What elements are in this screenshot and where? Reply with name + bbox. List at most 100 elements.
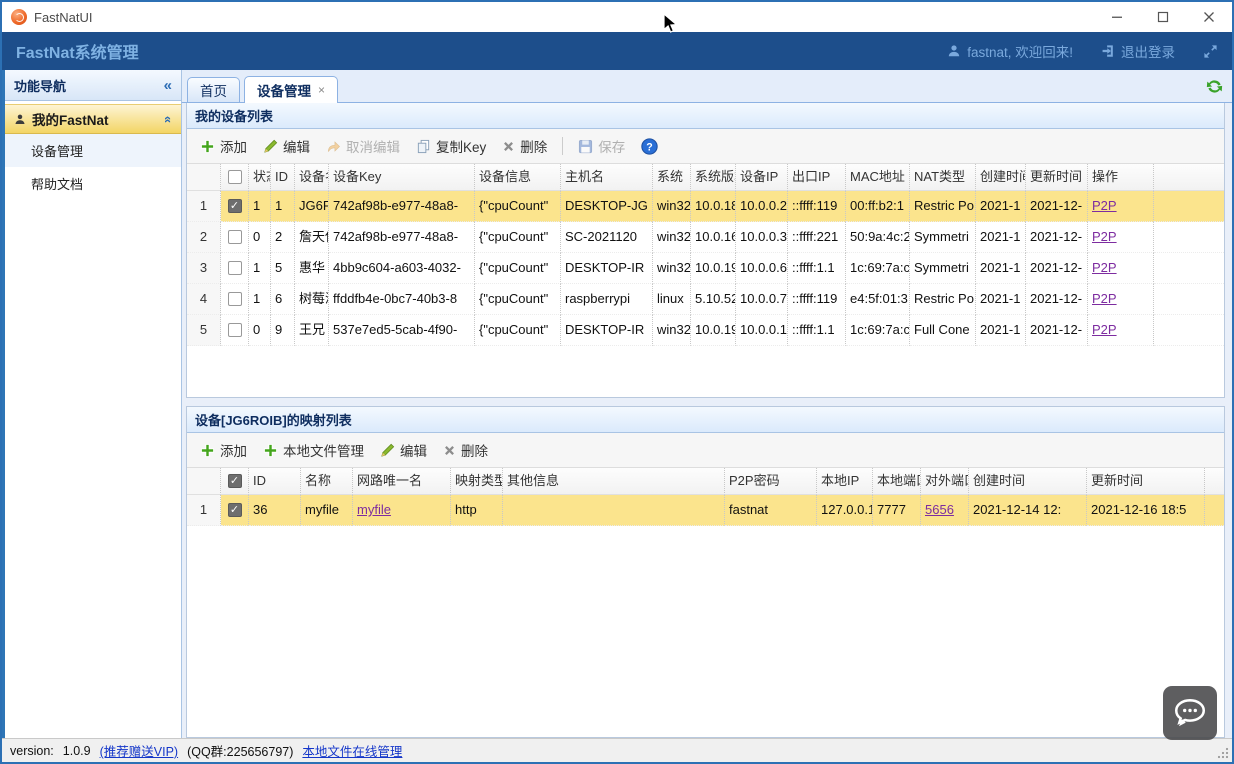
column-header-created[interactable]: 创建时间 [969, 468, 1087, 495]
tab-home[interactable]: 首页 [187, 77, 240, 102]
local-file-online-link[interactable]: 本地文件在线管理 [302, 741, 402, 760]
row-checkbox[interactable] [228, 292, 242, 306]
row-number: 3 [187, 253, 221, 284]
cell-link-action[interactable]: P2P [1092, 291, 1117, 306]
cell-created: 2021-1 [976, 222, 1026, 253]
cell-key: ffddfb4e-0bc7-40b3-8 [329, 284, 475, 315]
add-mapping-button[interactable]: 添加 [193, 437, 254, 463]
cell-device_ip: 10.0.0.3 [736, 222, 788, 253]
accordion-my-fastnat[interactable]: 我的FastNat « [5, 104, 181, 134]
column-header-p2p_pwd[interactable]: P2P密码 [725, 468, 817, 495]
column-header-local_ip[interactable]: 本地IP [817, 468, 873, 495]
edit-button[interactable]: 编辑 [256, 133, 317, 159]
sidebar-item-device-manage[interactable]: 设备管理 [5, 134, 181, 167]
help-button[interactable]: ? [634, 133, 665, 159]
row-checkbox[interactable]: ✓ [228, 503, 242, 517]
cell-device_ip: 10.0.0.10 [736, 315, 788, 346]
cell-link-action[interactable]: P2P [1092, 198, 1117, 213]
close-button[interactable] [1186, 2, 1232, 32]
cell-info: {"cpuCount" [475, 191, 561, 222]
copy-key-button[interactable]: 复制Key [409, 133, 493, 159]
device-row[interactable]: 315惠华4bb9c604-a603-4032-{"cpuCount"DESKT… [187, 253, 1224, 284]
cell-link-action[interactable]: P2P [1092, 229, 1117, 244]
column-header-status[interactable]: 状态 [249, 164, 271, 191]
device-row[interactable]: 416树莓派ffddfb4e-0bc7-40b3-8{"cpuCount"ras… [187, 284, 1224, 315]
device-panel-header: 我的设备列表 [187, 103, 1224, 129]
chat-button[interactable] [1163, 686, 1217, 740]
cell-out_ip: ::ffff:119 [788, 191, 846, 222]
column-header-os_version[interactable]: 系统版本 [691, 164, 736, 191]
cell-host: DESKTOP-IR [561, 253, 653, 284]
mapping-panel: 设备[JG6ROIB]的映射列表 添加本地文件管理编辑删除 ✓ID名称网路唯一名… [186, 406, 1225, 738]
column-header-local_port[interactable]: 本地端口 [873, 468, 921, 495]
column-header-id[interactable]: ID [271, 164, 295, 191]
select-all-checkbox[interactable]: ✓ [228, 474, 242, 488]
column-header-other[interactable]: 其他信息 [503, 468, 725, 495]
cell-updated: 2021-12- [1026, 191, 1088, 222]
row-checkbox[interactable] [228, 261, 242, 275]
vip-link[interactable]: (推荐赠送VIP) [100, 741, 178, 760]
column-header-name[interactable]: 名称 [301, 468, 353, 495]
column-header-device_ip[interactable]: 设备IP [736, 164, 788, 191]
device-row[interactable]: 202詹天佑742af98b-e977-48a8-{"cpuCount"SC-2… [187, 222, 1224, 253]
fullscreen-button[interactable] [1203, 44, 1218, 59]
cell-out_ip: ::ffff:221 [788, 222, 846, 253]
device-row[interactable]: 509王兄537e7ed5-5cab-4f90-{"cpuCount"DESKT… [187, 315, 1224, 346]
cell-link-action[interactable]: P2P [1092, 322, 1117, 337]
row-checkbox[interactable] [228, 323, 242, 337]
mapping-row[interactable]: 1✓36myfilemyfilehttpfastnat127.0.0.17777… [187, 495, 1224, 526]
column-header-info[interactable]: 设备信息 [475, 164, 561, 191]
local-file-manage-button[interactable]: 本地文件管理 [256, 437, 371, 463]
cell-os: linux [653, 284, 691, 315]
mapping-grid: ✓ ID名称网路唯一名映射类型其他信息P2P密码本地IP本地端口对外端口创建时间更… [187, 468, 1224, 737]
column-header-host[interactable]: 主机名 [561, 164, 653, 191]
column-header-id[interactable]: ID [249, 468, 301, 495]
maximize-button[interactable] [1140, 2, 1186, 32]
cell-nat: Symmetri [910, 253, 976, 284]
column-header-nat[interactable]: NAT类型 [910, 164, 976, 191]
row-checkbox[interactable] [228, 230, 242, 244]
column-header-mac[interactable]: MAC地址 [846, 164, 910, 191]
cell-info: {"cpuCount" [475, 222, 561, 253]
sidebar-collapse-icon[interactable]: « [164, 77, 172, 94]
tab-device-manage[interactable]: 设备管理 × [244, 76, 338, 103]
cell-id: 1 [271, 191, 295, 222]
cell-net_name: myfile [353, 495, 451, 526]
row-filler [1154, 253, 1224, 284]
cell-device_ip: 10.0.0.2 [736, 191, 788, 222]
cell-link-ext_port[interactable]: 5656 [925, 502, 954, 517]
cell-mac: 50:9a:4c:2 [846, 222, 910, 253]
select-all-cell: ✓ [221, 468, 249, 495]
delete-mapping-button[interactable]: 删除 [436, 437, 495, 463]
sidebar-item-help-docs[interactable]: 帮助文档 [5, 167, 181, 200]
column-header-updated[interactable]: 更新时间 [1087, 468, 1205, 495]
column-header-net_name[interactable]: 网路唯一名 [353, 468, 451, 495]
column-header-updated[interactable]: 更新时间 [1026, 164, 1088, 191]
status-bar: version: 1.0.9 (推荐赠送VIP) (QQ群:225656797)… [2, 738, 1232, 762]
column-header-name[interactable]: 设备名 [295, 164, 329, 191]
select-all-checkbox[interactable] [228, 170, 242, 184]
device-row[interactable]: 1✓11JG6ROIB742af98b-e977-48a8-{"cpuCount… [187, 191, 1224, 222]
cell-local_port: 7777 [873, 495, 921, 526]
column-header-ext_port[interactable]: 对外端口 [921, 468, 969, 495]
column-header-created[interactable]: 创建时间 [976, 164, 1026, 191]
row-number: 1 [187, 191, 221, 222]
edit-mapping-button[interactable]: 编辑 [373, 437, 434, 463]
collapse-up-icon[interactable]: « [161, 115, 176, 122]
resize-grip-icon[interactable] [1216, 746, 1230, 760]
row-checkbox[interactable]: ✓ [228, 199, 242, 213]
logout-button[interactable]: 退出登录 [1101, 41, 1175, 61]
cell-link-net_name[interactable]: myfile [357, 502, 391, 517]
column-header-key[interactable]: 设备Key [329, 164, 475, 191]
cell-link-action[interactable]: P2P [1092, 260, 1117, 275]
tab-close-icon[interactable]: × [318, 84, 325, 96]
column-header-map_type[interactable]: 映射类型 [451, 468, 503, 495]
add-button[interactable]: 添加 [193, 133, 254, 159]
column-header-action[interactable]: 操作 [1088, 164, 1154, 191]
column-header-out_ip[interactable]: 出口IP [788, 164, 846, 191]
minimize-button[interactable] [1094, 2, 1140, 32]
refresh-icon[interactable] [1206, 78, 1223, 95]
user-dark-icon [14, 113, 26, 126]
delete-button[interactable]: 删除 [495, 133, 554, 159]
column-header-os[interactable]: 系统 [653, 164, 691, 191]
